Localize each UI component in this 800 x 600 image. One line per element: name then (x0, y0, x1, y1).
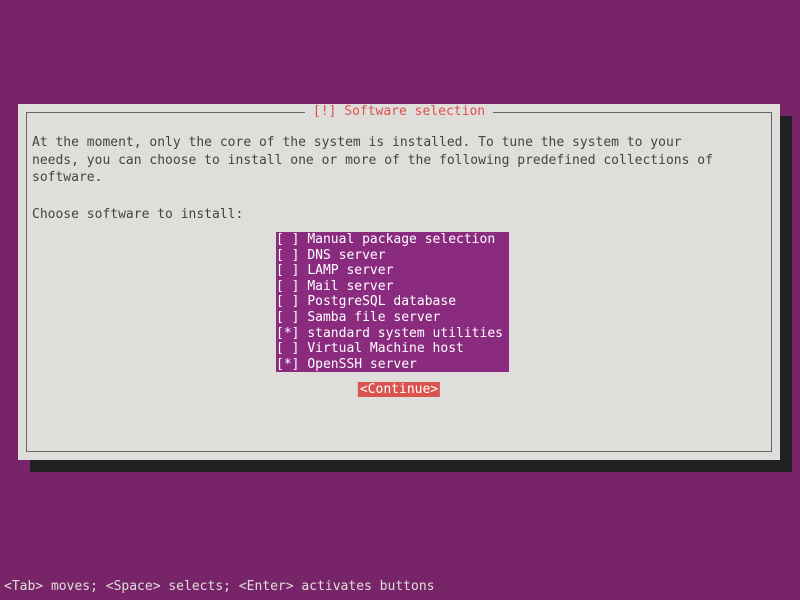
checkbox-icon[interactable]: [ ] (276, 232, 299, 247)
list-item-label: standard system utilities (307, 326, 503, 341)
dialog-title: [!] Software selection (305, 104, 493, 119)
list-item-label: Mail server (307, 279, 393, 294)
checkbox-icon[interactable]: [*] (276, 326, 299, 341)
dialog-description: At the moment, only the core of the syst… (32, 134, 766, 187)
dialog: [!] Software selection At the moment, on… (18, 104, 780, 460)
list-item[interactable]: [ ] PostgreSQL database (276, 294, 509, 310)
list-item-label: Virtual Machine host (307, 341, 464, 356)
checkbox-icon[interactable]: [ ] (276, 279, 299, 294)
list-item[interactable]: [ ] DNS server (276, 248, 509, 264)
list-item-label: Samba file server (307, 310, 440, 325)
desc-line-1: At the moment, only the core of the syst… (32, 134, 766, 152)
checkbox-icon[interactable]: [*] (276, 357, 299, 372)
list-item-label: DNS server (307, 248, 385, 263)
checkbox-icon[interactable]: [ ] (276, 294, 299, 309)
list-item-label: LAMP server (307, 263, 393, 278)
checkbox-icon[interactable]: [ ] (276, 341, 299, 356)
help-bar: <Tab> moves; <Space> selects; <Enter> ac… (0, 577, 800, 596)
list-item-label: PostgreSQL database (307, 294, 456, 309)
desc-line-2: needs, you can choose to install one or … (32, 152, 766, 170)
checkbox-icon[interactable]: [ ] (276, 263, 299, 278)
checkbox-icon[interactable]: [ ] (276, 310, 299, 325)
list-item-label: OpenSSH server (307, 357, 417, 372)
list-item[interactable]: [ ] Samba file server (276, 310, 509, 326)
list-item[interactable]: [*] OpenSSH server (276, 357, 509, 373)
list-item[interactable]: [ ] Mail server (276, 279, 509, 295)
checkbox-icon[interactable]: [ ] (276, 248, 299, 263)
desc-line-3: software. (32, 169, 766, 187)
continue-button[interactable]: <Continue> (358, 382, 440, 397)
list-item-label: Manual package selection (307, 232, 495, 247)
list-item[interactable]: [ ] Virtual Machine host (276, 341, 509, 357)
list-item[interactable]: [*] standard system utilities (276, 326, 509, 342)
dialog-prompt: Choose software to install: (32, 207, 766, 222)
software-list: [ ] Manual package selection [ ] DNS ser… (276, 232, 509, 372)
list-item[interactable]: [ ] LAMP server (276, 263, 509, 279)
dialog-body: At the moment, only the core of the syst… (32, 134, 766, 242)
list-item[interactable]: [ ] Manual package selection (276, 232, 509, 248)
